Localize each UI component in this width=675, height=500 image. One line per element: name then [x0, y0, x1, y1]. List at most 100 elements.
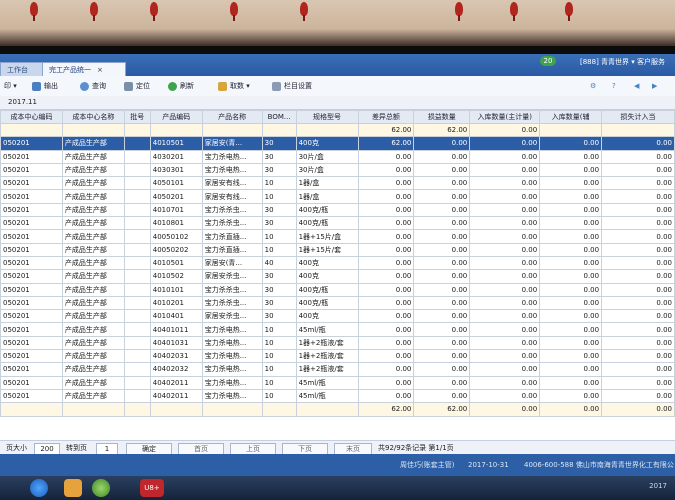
table-cell: 4010501 [149, 255, 203, 271]
tab-workbench[interactable]: 工作台 [0, 62, 46, 77]
table-cell: 4010701 [149, 202, 203, 218]
menu-toggle[interactable]: 印 ▾ [4, 79, 17, 93]
table-row[interactable]: 050201 产成品生产部 4010101 宝力杀杀虫... 30 400克/瓶 0.00 0… [0, 282, 675, 297]
table-cell: 家居安有线... [201, 176, 263, 191]
table-cell: 产成品生产部 [61, 362, 125, 377]
table-cell: 0.00 [413, 282, 471, 297]
table-cell [201, 122, 263, 138]
table-cell: 400克/瓶 [295, 295, 359, 311]
table-cell [61, 122, 125, 138]
column-header[interactable]: 损益数量 [413, 110, 471, 124]
table-row[interactable]: 050201 产成品生产部 4010502 家居安杀虫... 30 400克 0.00 0.0… [0, 269, 675, 284]
table-cell: 0.00 [601, 362, 675, 377]
column-header[interactable]: 产品名称 [201, 110, 263, 124]
column-header[interactable]: 成本中心名称 [61, 110, 125, 124]
table-cell [123, 282, 151, 297]
column-header[interactable]: 规格型号 [295, 110, 359, 124]
user-badge: 20 [540, 56, 556, 66]
clock: 2017 [649, 482, 667, 490]
table-row[interactable]: 050201 产成品生产部 4050101 家居安有线... 10 1器/盒 0.00 0.0… [0, 176, 675, 191]
column-header[interactable]: 损失计入当 [601, 110, 675, 124]
nav-forward-icon[interactable]: ▶ [652, 79, 657, 93]
table-row[interactable]: 050201 产成品生产部 4010501 家居安(青... 30 400克 62.00 0.… [0, 136, 675, 151]
column-settings-button[interactable]: 栏目设置 [272, 79, 312, 93]
refresh-button[interactable]: 刷新 [168, 79, 194, 93]
table-cell: 0.00 [469, 136, 541, 151]
table-cell [61, 402, 125, 417]
column-header[interactable]: 成本中心编码 [0, 110, 63, 124]
table-cell: 400克/瓶 [295, 202, 359, 218]
output-button[interactable]: 输出 [32, 79, 58, 93]
column-header[interactable]: BOM... [261, 110, 297, 124]
u8-app-icon[interactable]: U8+ [140, 479, 164, 497]
table-cell: 0.00 [539, 282, 603, 297]
table-cell: 0.00 [413, 149, 471, 164]
table-cell: 050201 [0, 255, 63, 271]
browser-icon[interactable] [92, 479, 110, 497]
table-row[interactable]: 050201 产成品生产部 40401031 宝力杀电热... 10 1器+2瓶液/套 0.… [0, 335, 675, 351]
table-row[interactable]: 050201 产成品生产部 40050102 宝力杀直插... 10 1器+15片/盒 0.… [0, 229, 675, 244]
table-row[interactable]: 050201 产成品生产部 40402011 宝力杀电热... 10 45ml/瓶 0.00… [0, 375, 675, 390]
table-cell: 0.00 [469, 189, 541, 204]
table-row[interactable]: 050201 产成品生产部 4010201 宝力杀杀虫... 30 400克/瓶 0.00 0… [0, 295, 675, 311]
table-row[interactable]: 050201 产成品生产部 4010501 家居安(青... 40 400克 0.00 0.0… [0, 255, 675, 271]
close-icon[interactable]: × [97, 66, 103, 74]
table-row[interactable]: 050201 产成品生产部 4010801 宝力杀杀虫... 30 400克/瓶 0.00 0… [0, 216, 675, 231]
status-bar: 周佳巧(账套主管) 2017-10-31 4006-600-588 佛山市南海青… [0, 454, 675, 476]
table-cell: 0.00 [469, 309, 541, 324]
table-row[interactable]: 050201 产成品生产部 4050201 家居安有线... 10 1器/盒 0.00 0.0… [0, 189, 675, 204]
help-icon[interactable]: ? [612, 79, 616, 93]
column-header[interactable]: 入库数量(辅 [539, 110, 603, 124]
folder-icon[interactable] [64, 479, 82, 497]
tab-finished-products[interactable]: 完工产品统一 × [42, 62, 126, 77]
table-cell: 0.00 [357, 362, 415, 377]
table-cell: 62.00 [357, 136, 415, 151]
table-row[interactable]: 050201 产成品生产部 4030301 宝力杀电热... 30 30片/盒 0.00 0.… [0, 162, 675, 178]
column-header[interactable]: 批号 [123, 110, 151, 124]
table-cell: 产成品生产部 [61, 322, 125, 337]
table-cell: 宝力杀直插... [201, 229, 263, 244]
total-row[interactable]: 62.00 62.00 0.00 0.00 0.00 [0, 402, 675, 417]
table-cell: 0.00 [357, 375, 415, 390]
table-cell: 1器+15片/盒 [295, 229, 359, 244]
table-cell: 0.00 [357, 202, 415, 218]
table-row[interactable]: 050201 产成品生产部 40050202 宝力杀直插... 10 1器+15片/套 0.… [0, 242, 675, 257]
start-icon[interactable] [30, 479, 48, 497]
table-row[interactable]: 050201 产成品生产部 4010401 家居安杀虫... 30 400克 0.00 0.0… [0, 309, 675, 324]
table-cell [123, 216, 151, 231]
top-right-info[interactable]: [888] 青青世界 ▾ 客户服务 [580, 57, 665, 67]
table-row[interactable]: 050201 产成品生产部 40402011 宝力杀电热... 10 45ml/瓶 0.00… [0, 388, 675, 404]
column-header[interactable]: 差异总额 [357, 110, 415, 124]
data-grid[interactable]: 成本中心编码 成本中心名称 批号 产品编码 产品名称 BOM... 规格型号 差… [0, 110, 675, 440]
table-cell: 产成品生产部 [61, 176, 125, 191]
table-cell: 0.00 [413, 335, 471, 351]
table-cell [123, 176, 151, 191]
red-ornament-icon [300, 2, 308, 21]
locate-button[interactable]: 定位 [124, 79, 150, 93]
table-cell: 62.00 [357, 122, 415, 138]
table-cell: 0.00 [601, 375, 675, 390]
fetch-button[interactable]: 取数 ▾ [218, 79, 250, 93]
table-cell: 0.00 [539, 216, 603, 231]
table-cell: 0.00 [469, 269, 541, 284]
column-header[interactable]: 产品编码 [149, 110, 203, 124]
table-row[interactable]: 050201 产成品生产部 40402031 宝力杀电热... 10 1器+2瓶液/套 0.… [0, 349, 675, 364]
column-header[interactable]: 入库数量(主计量) [469, 110, 541, 124]
table-cell: 050201 [0, 242, 63, 257]
nav-back-icon[interactable]: ◀ [634, 79, 639, 93]
table-row[interactable]: 050201 产成品生产部 4030201 宝力杀电热... 30 30片/盒 0.00 0.… [0, 149, 675, 164]
table-row[interactable]: 050201 产成品生产部 40402032 宝力杀电热... 10 1器+2瓶液/套 0.… [0, 362, 675, 377]
table-cell: 宝力杀杀虫... [201, 282, 263, 297]
table-row[interactable]: 050201 产成品生产部 40401011 宝力杀电热... 10 45ml/瓶 0.00… [0, 322, 675, 337]
summary-row[interactable]: 62.00 62.00 0.00 [0, 122, 675, 138]
table-cell: 0.00 [413, 176, 471, 191]
table-cell [123, 202, 151, 218]
table-cell: 050201 [0, 362, 63, 377]
settings-icon[interactable]: ⚙ [590, 79, 596, 93]
table-cell: 0.00 [469, 216, 541, 231]
status-user: 周佳巧(账套主管) [400, 461, 455, 469]
table-row[interactable]: 050201 产成品生产部 4010701 宝力杀杀虫... 30 400克/瓶 0.00 0… [0, 202, 675, 218]
table-cell: 40401031 [149, 335, 203, 351]
table-cell: 0.00 [357, 216, 415, 231]
query-button[interactable]: 查询 [80, 79, 106, 93]
